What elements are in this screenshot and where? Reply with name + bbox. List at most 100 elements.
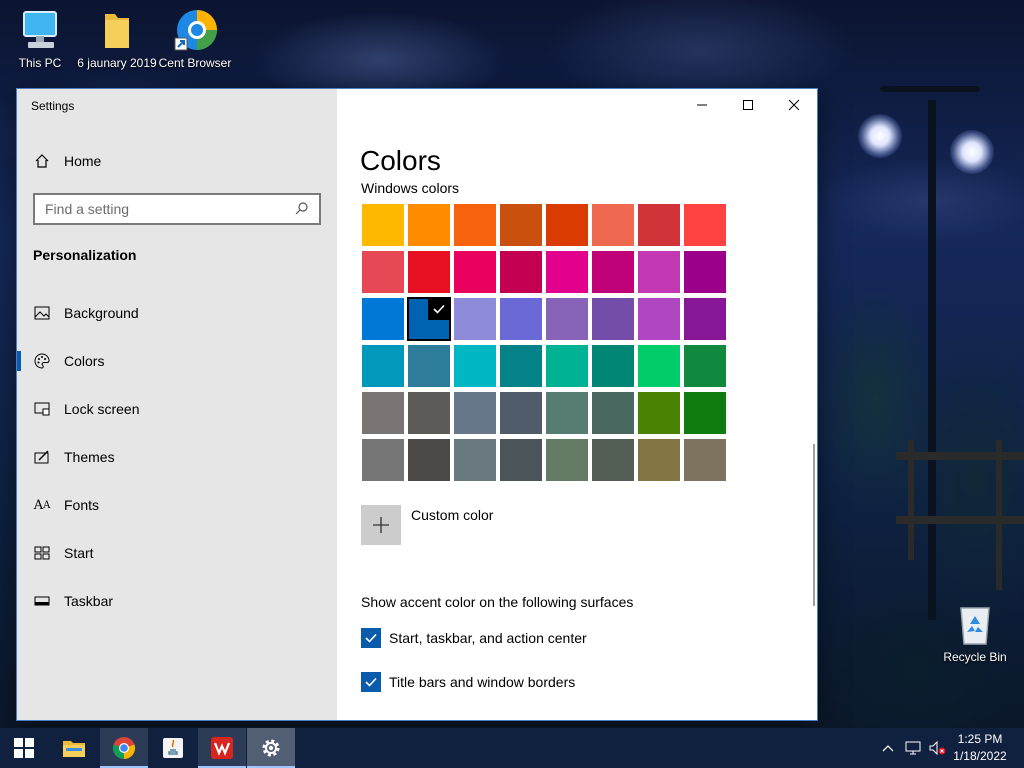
color-swatch[interactable] [453,203,497,247]
color-swatch[interactable] [499,250,543,294]
color-swatch[interactable] [683,297,727,341]
minimize-icon [697,104,707,106]
checkbox[interactable] [361,672,381,692]
clock-date: 1/18/2022 [953,749,1007,763]
color-swatch[interactable] [637,297,681,341]
color-swatch[interactable] [637,438,681,482]
settings-content: Colors Windows colors Custom color Show … [337,89,817,720]
sidebar-item-colors[interactable]: Colors [17,341,337,381]
color-swatch[interactable] [591,297,635,341]
color-swatch[interactable] [591,438,635,482]
sidebar-item-label: Themes [64,449,115,465]
color-swatch[interactable] [361,297,405,341]
color-swatch[interactable] [683,391,727,435]
color-swatch[interactable] [499,203,543,247]
scrollbar-thumb[interactable] [813,444,815,606]
color-swatch[interactable] [545,438,589,482]
desktop-icon-cent-browser[interactable]: Cent Browser [155,8,235,70]
sidebar-item-lock-screen[interactable]: Lock screen [17,389,337,429]
color-swatch[interactable] [361,203,405,247]
color-swatch[interactable] [591,344,635,388]
color-swatch[interactable] [637,391,681,435]
minimize-button[interactable] [679,89,725,121]
color-swatch[interactable] [407,297,451,341]
wallpaper-lamp-arm [880,86,980,92]
color-swatch[interactable] [361,438,405,482]
start-button[interactable] [0,728,48,768]
custom-color-button[interactable] [361,505,401,545]
color-swatch[interactable] [361,344,405,388]
color-swatch[interactable] [499,438,543,482]
desktop-icon-label: Cent Browser [158,56,232,70]
maximize-button[interactable] [725,89,771,121]
themes-icon [33,448,51,466]
settings-sidebar: Settings Home Find a setting Personaliza… [17,89,337,720]
taskbar-java[interactable] [149,728,197,768]
color-swatch[interactable] [683,203,727,247]
windows-colors-heading: Windows colors [361,180,460,196]
checkbox-title-bars[interactable]: Title bars and window borders [361,672,575,692]
close-button[interactable] [771,89,817,121]
maximize-icon [743,100,753,110]
chevron-up-icon [882,745,894,752]
color-swatch[interactable] [499,391,543,435]
color-swatch[interactable] [545,297,589,341]
chrome-icon [112,737,136,760]
color-swatch[interactable] [453,344,497,388]
wps-office-icon [211,737,233,759]
color-swatch[interactable] [683,344,727,388]
color-swatch[interactable] [407,203,451,247]
desktop-icon-this-pc[interactable]: This PC [0,8,80,70]
color-swatch[interactable] [453,250,497,294]
color-swatch[interactable] [545,250,589,294]
nav-home[interactable]: Home [17,141,337,181]
color-swatch[interactable] [545,344,589,388]
checkbox-label: Start, taskbar, and action center [389,630,587,646]
color-swatch[interactable] [683,438,727,482]
color-swatch[interactable] [361,391,405,435]
settings-window[interactable]: Settings Home Find a setting Personaliza… [16,88,818,721]
checkbox-start-taskbar[interactable]: Start, taskbar, and action center [361,628,587,648]
color-swatch[interactable] [499,297,543,341]
desktop-icon-recycle-bin[interactable]: Recycle Bin [935,602,1015,664]
color-swatch[interactable] [453,391,497,435]
color-swatch[interactable] [407,438,451,482]
desktop-icon-folder[interactable]: 6 jaunary 2019 [77,8,157,70]
color-swatch[interactable] [407,250,451,294]
color-swatch[interactable] [407,391,451,435]
color-swatch[interactable] [453,438,497,482]
sidebar-item-taskbar[interactable]: Taskbar [17,581,337,621]
color-swatch[interactable] [545,391,589,435]
taskbar-clock[interactable]: 1:25 PM 1/18/2022 [944,731,1016,765]
color-swatch[interactable] [637,203,681,247]
sidebar-item-label: Colors [64,353,105,369]
sidebar-item-background[interactable]: Background [17,293,337,333]
nav-home-label: Home [64,153,102,169]
color-swatch[interactable] [591,203,635,247]
sidebar-item-themes[interactable]: Themes [17,437,337,477]
color-swatch[interactable] [361,250,405,294]
color-swatch[interactable] [499,344,543,388]
color-swatch[interactable] [407,344,451,388]
taskbar-wps-office[interactable] [198,728,246,768]
color-swatch[interactable] [453,297,497,341]
color-swatch[interactable] [545,203,589,247]
sidebar-item-start[interactable]: Start [17,533,337,573]
tray-overflow-button[interactable] [878,728,898,768]
search-input[interactable]: Find a setting [33,193,321,225]
taskbar-settings[interactable] [247,728,295,768]
color-swatch[interactable] [637,250,681,294]
color-swatch[interactable] [591,250,635,294]
tray-network[interactable] [902,728,924,768]
color-swatch[interactable] [637,344,681,388]
window-controls [679,89,817,121]
sidebar-item-fonts[interactable]: AA Fonts [17,485,337,525]
taskbar-file-explorer[interactable] [50,728,98,768]
taskbar-chrome[interactable] [100,728,148,768]
custom-color-label[interactable]: Custom color [411,507,493,523]
checkbox[interactable] [361,628,381,648]
sidebar-item-label: Taskbar [64,593,114,609]
wallpaper-fence [896,452,1024,460]
color-swatch[interactable] [591,391,635,435]
color-swatch[interactable] [683,250,727,294]
